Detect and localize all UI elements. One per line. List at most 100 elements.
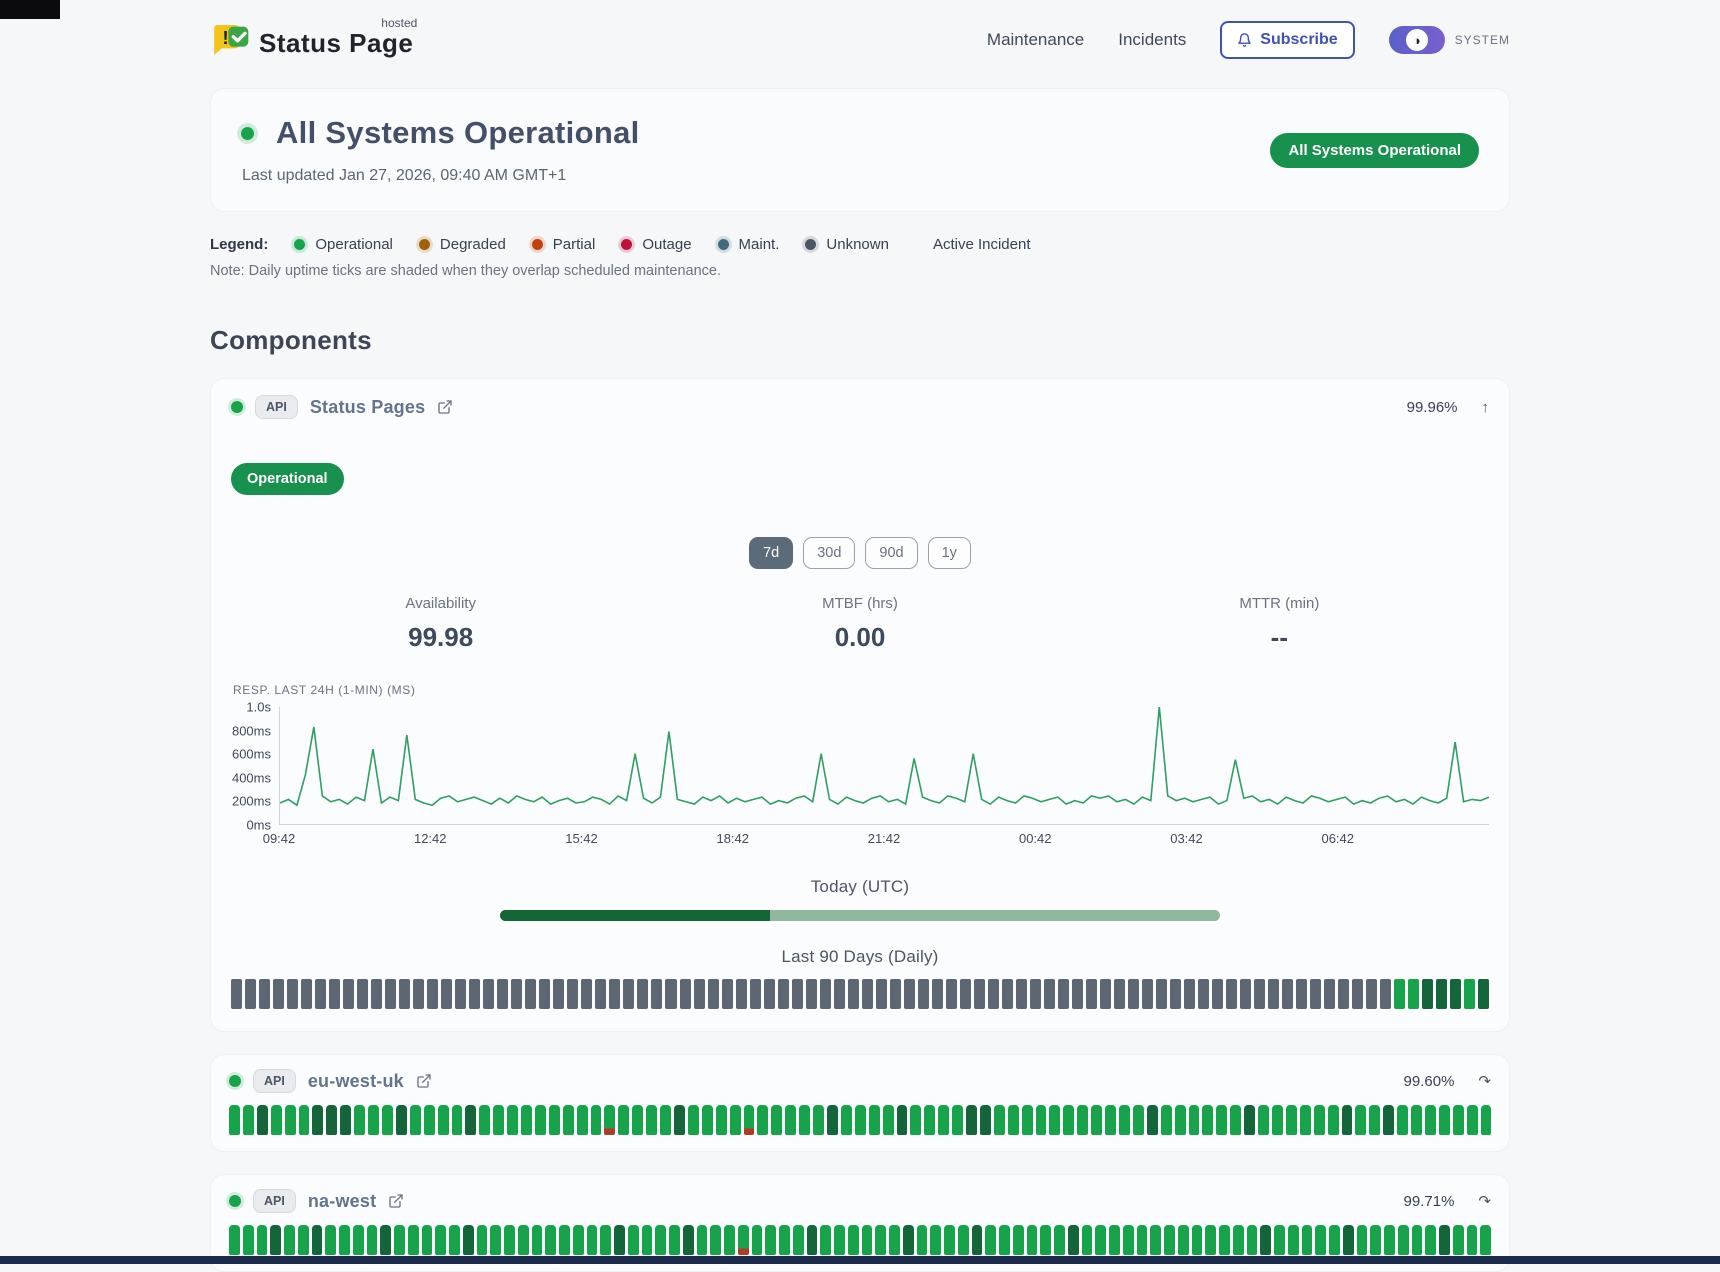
collapse-up-icon[interactable]: ↑: [1482, 399, 1490, 416]
uptime-tick[interactable]: [744, 1105, 755, 1135]
uptime-tick[interactable]: [396, 1105, 407, 1135]
uptime-tick[interactable]: [694, 979, 705, 1009]
uptime-tick[interactable]: [618, 1105, 629, 1135]
uptime-tick[interactable]: [1300, 1105, 1311, 1135]
uptime-tick[interactable]: [669, 1225, 680, 1255]
uptime-tick[interactable]: [660, 1105, 671, 1135]
uptime-tick[interactable]: [985, 1225, 996, 1255]
uptime-tick[interactable]: [1105, 1105, 1116, 1135]
uptime-tick[interactable]: [273, 979, 284, 1009]
uptime-tick[interactable]: [930, 1225, 941, 1255]
uptime-tick[interactable]: [1272, 1105, 1283, 1135]
uptime-tick[interactable]: [889, 1225, 900, 1255]
uptime-tick[interactable]: [1068, 1225, 1079, 1255]
uptime-tick[interactable]: [1464, 979, 1475, 1009]
uptime-tick[interactable]: [1357, 1225, 1368, 1255]
uptime-tick[interactable]: [353, 1225, 364, 1255]
uptime-tick[interactable]: [382, 1105, 393, 1135]
uptime-tick[interactable]: [944, 1225, 955, 1255]
uptime-tick[interactable]: [765, 1225, 776, 1255]
uptime-tick[interactable]: [680, 979, 691, 1009]
uptime-tick[interactable]: [1467, 1225, 1478, 1255]
uptime-tick[interactable]: [764, 979, 775, 1009]
uptime-tick[interactable]: [1467, 1105, 1478, 1135]
uptime-tick[interactable]: [757, 1105, 768, 1135]
uptime-tick[interactable]: [938, 1105, 949, 1135]
uptime-tick[interactable]: [1329, 1225, 1340, 1255]
external-link-icon[interactable]: [437, 399, 453, 415]
expand-arc-icon[interactable]: ↷: [1478, 1072, 1491, 1090]
uptime-tick[interactable]: [1338, 979, 1349, 1009]
uptime-tick[interactable]: [525, 979, 536, 1009]
uptime-tick[interactable]: [1212, 979, 1223, 1009]
range-button-1y[interactable]: 1y: [928, 537, 971, 569]
range-button-30d[interactable]: 30d: [803, 537, 855, 569]
uptime-tick[interactable]: [918, 979, 929, 1009]
uptime-tick[interactable]: [1260, 1225, 1271, 1255]
uptime-tick[interactable]: [1044, 979, 1055, 1009]
uptime-tick[interactable]: [813, 1105, 824, 1135]
uptime-tick[interactable]: [1450, 979, 1461, 1009]
uptime-tick[interactable]: [1192, 1225, 1203, 1255]
uptime-tick[interactable]: [820, 979, 831, 1009]
uptime-tick[interactable]: [1054, 1225, 1065, 1255]
uptime-tick[interactable]: [257, 1105, 268, 1135]
uptime-tick[interactable]: [1244, 1105, 1255, 1135]
uptime-tick[interactable]: [380, 1225, 391, 1255]
uptime-tick[interactable]: [422, 1225, 433, 1255]
uptime-tick[interactable]: [966, 1105, 977, 1135]
uptime-tick[interactable]: [952, 1105, 963, 1135]
uptime-tick[interactable]: [483, 979, 494, 1009]
uptime-tick[interactable]: [1016, 979, 1027, 1009]
uptime-tick[interactable]: [1397, 1105, 1408, 1135]
uptime-tick[interactable]: [465, 1105, 476, 1135]
uptime-tick[interactable]: [399, 979, 410, 1009]
uptime-tick[interactable]: [1156, 979, 1167, 1009]
uptime-tick[interactable]: [229, 1105, 240, 1135]
uptime-tick[interactable]: [1123, 1225, 1134, 1255]
uptime-tick[interactable]: [910, 1105, 921, 1135]
uptime-tick[interactable]: [799, 1105, 810, 1135]
uptime-tick[interactable]: [646, 1105, 657, 1135]
uptime-tick[interactable]: [325, 1225, 336, 1255]
uptime-tick[interactable]: [785, 1105, 796, 1135]
uptime-tick[interactable]: [1425, 1105, 1436, 1135]
uptime-tick[interactable]: [539, 979, 550, 1009]
uptime-tick[interactable]: [1013, 1225, 1024, 1255]
uptime-tick[interactable]: [1302, 1225, 1313, 1255]
uptime-tick[interactable]: [573, 1225, 584, 1255]
uptime-tick[interactable]: [284, 1225, 295, 1255]
uptime-tick[interactable]: [1288, 1225, 1299, 1255]
uptime-tick[interactable]: [827, 1105, 838, 1135]
uptime-tick[interactable]: [792, 979, 803, 1009]
uptime-tick[interactable]: [1240, 979, 1251, 1009]
uptime-tick[interactable]: [750, 979, 761, 1009]
uptime-tick[interactable]: [1164, 1225, 1175, 1255]
uptime-tick[interactable]: [883, 1105, 894, 1135]
uptime-tick[interactable]: [343, 979, 354, 1009]
uptime-tick[interactable]: [1380, 979, 1391, 1009]
uptime-tick[interactable]: [806, 979, 817, 1009]
uptime-tick[interactable]: [1022, 1105, 1033, 1135]
uptime-tick[interactable]: [435, 1225, 446, 1255]
uptime-tick[interactable]: [559, 1225, 570, 1255]
uptime-tick[interactable]: [1436, 979, 1447, 1009]
uptime-tick[interactable]: [1384, 1225, 1395, 1255]
uptime-tick[interactable]: [1425, 1225, 1436, 1255]
uptime-tick[interactable]: [834, 979, 845, 1009]
uptime-tick[interactable]: [1202, 1105, 1213, 1135]
uptime-tick[interactable]: [367, 1225, 378, 1255]
uptime-tick[interactable]: [1137, 1225, 1148, 1255]
uptime-tick[interactable]: [1216, 1105, 1227, 1135]
uptime-tick[interactable]: [697, 1225, 708, 1255]
uptime-tick[interactable]: [532, 1225, 543, 1255]
uptime-tick[interactable]: [270, 1225, 281, 1255]
uptime-tick[interactable]: [287, 979, 298, 1009]
uptime-tick[interactable]: [518, 1225, 529, 1255]
brand[interactable]: ! Status Page hosted: [210, 20, 413, 60]
uptime-tick[interactable]: [1370, 1225, 1381, 1255]
uptime-tick[interactable]: [587, 1225, 598, 1255]
uptime-tick[interactable]: [591, 1105, 602, 1135]
uptime-tick[interactable]: [385, 979, 396, 1009]
uptime-tick[interactable]: [875, 1225, 886, 1255]
